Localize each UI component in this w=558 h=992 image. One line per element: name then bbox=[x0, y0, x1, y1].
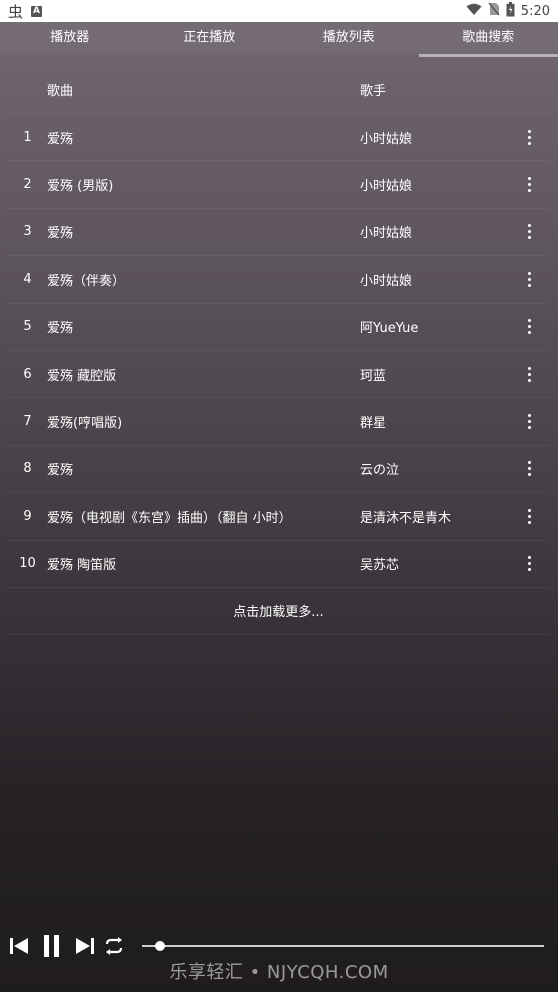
song-row[interactable]: 1 爱殇 小时姑娘 bbox=[8, 114, 549, 162]
status-left: 虫 A bbox=[8, 1, 43, 22]
progress-track bbox=[142, 945, 544, 947]
header-song: 歌曲 bbox=[47, 84, 74, 99]
wifi-icon bbox=[466, 3, 482, 20]
song-artist: 小时姑娘 bbox=[360, 226, 413, 242]
progress-knob[interactable] bbox=[155, 941, 166, 951]
skip-previous-icon[interactable] bbox=[8, 934, 30, 958]
song-artist: 小时姑娘 bbox=[360, 131, 413, 147]
clock: 5:20 bbox=[520, 3, 550, 19]
song-artist: 小时姑娘 bbox=[360, 179, 413, 195]
tab-song-search[interactable]: 歌曲搜索 bbox=[418, 22, 558, 57]
song-number: 10 bbox=[19, 556, 36, 572]
song-number: 9 bbox=[23, 508, 32, 524]
song-title: 爱殇（电视剧《东宫》插曲）（翻自 小时） bbox=[47, 510, 292, 526]
song-row[interactable]: 9 爱殇（电视剧《东宫》插曲）（翻自 小时） 是清沐不是青木 bbox=[8, 493, 549, 541]
status-bar: 虫 A 5:20 bbox=[0, 0, 558, 22]
notification-glyph: 虫 bbox=[8, 2, 24, 21]
song-artist: 是清沐不是青木 bbox=[360, 510, 452, 526]
song-row[interactable]: 2 爱殇 (男版) 小时姑娘 bbox=[8, 161, 549, 209]
more-options-icon[interactable] bbox=[510, 556, 549, 572]
song-row[interactable]: 8 爱殇 云の泣 bbox=[8, 446, 549, 494]
song-artist: 群星 bbox=[360, 416, 387, 432]
song-number: 5 bbox=[23, 319, 32, 335]
song-artist: 吴苏芯 bbox=[360, 558, 400, 574]
song-row[interactable]: 5 爱殇 阿YueYue bbox=[8, 304, 549, 351]
more-options-icon[interactable] bbox=[510, 414, 549, 430]
pause-icon[interactable] bbox=[38, 932, 66, 960]
song-row[interactable]: 3 爱殇 小时姑娘 bbox=[8, 209, 549, 257]
song-artist: 云の泣 bbox=[360, 463, 400, 479]
song-number: 4 bbox=[23, 271, 32, 287]
song-number: 7 bbox=[23, 414, 32, 430]
song-artist: 珂蓝 bbox=[360, 368, 387, 384]
song-number: 8 bbox=[23, 461, 32, 477]
progress-slider[interactable] bbox=[142, 939, 544, 953]
song-title: 爱殇 bbox=[47, 131, 74, 147]
song-list: 歌曲 歌手 1 爱殇 小时姑娘 2 爱殇 (男版) 小时姑娘 3 爱殇 小时姑娘 4 爱殇（伴奏）小… bbox=[8, 66, 549, 635]
tab-playlist[interactable]: 播放列表 bbox=[279, 22, 419, 55]
song-rows: 1 爱殇 小时姑娘 2 爱殇 (男版) 小时姑娘 3 爱殇 小时姑娘 4 爱殇（伴奏） 小时姑娘 5 爱殇… bbox=[8, 114, 549, 588]
status-right: 5:20 bbox=[466, 1, 550, 21]
more-options-icon[interactable] bbox=[510, 366, 549, 382]
song-title: 爱殇(哼唱版) bbox=[47, 416, 123, 432]
song-row[interactable]: 6 爱殇 藏腔版 珂蓝 bbox=[8, 351, 549, 399]
more-options-icon[interactable] bbox=[510, 461, 549, 477]
load-more-button[interactable]: 点击加载更多... bbox=[8, 588, 549, 635]
notification-a-icon: A bbox=[31, 5, 43, 17]
song-title: 爱殇 bbox=[47, 321, 74, 337]
song-title: 爱殇 (男版) bbox=[47, 179, 114, 195]
header-artist: 歌手 bbox=[360, 84, 387, 99]
song-number: 3 bbox=[23, 224, 32, 240]
more-options-icon[interactable] bbox=[510, 319, 549, 335]
list-header: 歌曲 歌手 bbox=[8, 66, 549, 114]
song-row[interactable]: 4 爱殇（伴奏） 小时姑娘 bbox=[8, 256, 549, 304]
song-artist: 小时姑娘 bbox=[360, 273, 413, 289]
song-title: 爱殇 bbox=[47, 226, 74, 242]
more-options-icon[interactable] bbox=[510, 129, 549, 145]
song-number: 6 bbox=[23, 366, 32, 382]
tab-now-playing[interactable]: 正在播放 bbox=[140, 22, 280, 55]
song-title: 爱殇（伴奏） bbox=[47, 273, 126, 289]
song-title: 爱殇 藏腔版 bbox=[47, 368, 117, 384]
song-number: 1 bbox=[23, 129, 32, 145]
song-number: 2 bbox=[23, 177, 32, 193]
song-title: 爱殇 bbox=[47, 463, 74, 479]
tab-bar: 播放器 正在播放 播放列表 歌曲搜索 bbox=[0, 22, 558, 57]
more-options-icon[interactable] bbox=[510, 177, 549, 193]
song-row[interactable]: 7 爱殇(哼唱版) 群星 bbox=[8, 398, 549, 446]
more-options-icon[interactable] bbox=[510, 271, 549, 287]
no-sim-icon bbox=[488, 2, 500, 20]
more-options-icon[interactable] bbox=[510, 224, 549, 240]
watermark: 乐享轻汇 • NJYCQH.COM bbox=[169, 962, 389, 983]
song-title: 爱殇 陶笛版 bbox=[47, 558, 117, 574]
song-row[interactable]: 10 爱殇 陶笛版 吴苏芯 bbox=[8, 541, 549, 588]
skip-next-icon[interactable] bbox=[74, 934, 96, 958]
battery-icon bbox=[506, 1, 515, 21]
more-options-icon[interactable] bbox=[510, 508, 549, 524]
song-artist: 阿YueYue bbox=[360, 321, 419, 337]
repeat-icon[interactable] bbox=[102, 934, 126, 958]
tab-player[interactable]: 播放器 bbox=[0, 22, 140, 55]
